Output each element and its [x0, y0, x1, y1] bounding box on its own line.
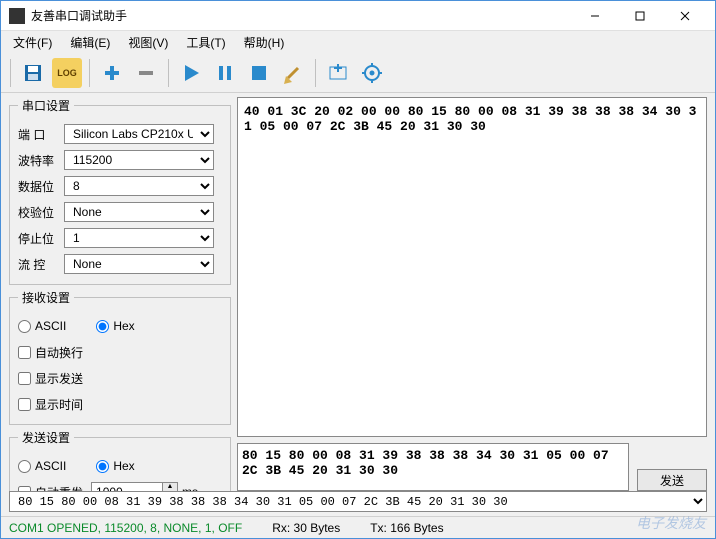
send-ascii-radio[interactable]: ASCII: [18, 459, 66, 473]
databits-label: 数据位: [18, 178, 64, 195]
save-button[interactable]: [18, 58, 48, 88]
plus-icon: [101, 62, 123, 84]
send-button[interactable]: 发送: [637, 469, 707, 491]
menu-view[interactable]: 视图(V): [122, 32, 174, 53]
serial-legend: 串口设置: [18, 97, 74, 114]
start-button[interactable]: [176, 58, 206, 88]
send-ascii-label: ASCII: [35, 459, 66, 473]
send-area: 80 15 80 00 08 31 39 38 38 38 34 30 31 0…: [237, 443, 707, 491]
right-panel: 40 01 3C 20 02 00 00 80 15 80 00 08 31 3…: [237, 97, 707, 491]
port-select[interactable]: Silicon Labs CP210x USI: [64, 124, 214, 144]
window-icon: [327, 62, 349, 84]
auto-repeat-check[interactable]: 自动重发: [18, 484, 83, 492]
toolbar-separator: [168, 59, 169, 87]
gear-icon: [361, 62, 383, 84]
main-area: 串口设置 端 口 Silicon Labs CP210x USI 波特率 115…: [1, 93, 715, 491]
parity-label: 校验位: [18, 204, 64, 221]
auto-wrap-label: 自动换行: [35, 344, 83, 361]
receive-textarea[interactable]: 40 01 3C 20 02 00 00 80 15 80 00 08 31 3…: [237, 97, 707, 437]
pause-icon: [214, 62, 236, 84]
menu-edit[interactable]: 编辑(E): [64, 32, 116, 53]
auto-wrap-check[interactable]: 自动换行: [18, 344, 83, 361]
serial-settings-group: 串口设置 端 口 Silicon Labs CP210x USI 波特率 115…: [9, 97, 231, 285]
minus-icon: [135, 62, 157, 84]
minimize-button[interactable]: [572, 1, 617, 30]
baud-label: 波特率: [18, 152, 64, 169]
recv-ascii-label: ASCII: [35, 319, 66, 333]
auto-repeat-label: 自动重发: [35, 484, 83, 492]
menu-help[interactable]: 帮助(H): [238, 32, 291, 53]
menu-tools[interactable]: 工具(T): [180, 32, 231, 53]
stop-button[interactable]: [244, 58, 274, 88]
send-hex-label: Hex: [113, 459, 134, 473]
recv-hex-label: Hex: [113, 319, 134, 333]
toolbar-separator: [315, 59, 316, 87]
flow-label: 流 控: [18, 256, 64, 273]
menu-file[interactable]: 文件(F): [7, 32, 58, 53]
play-icon: [180, 62, 202, 84]
app-icon: [9, 8, 25, 24]
clear-button[interactable]: [278, 58, 308, 88]
menubar: 文件(F) 编辑(E) 视图(V) 工具(T) 帮助(H): [1, 31, 715, 53]
send-settings-group: 发送设置 ASCII Hex 自动重发 ▲ ▼ ms: [9, 429, 231, 491]
maximize-icon: [635, 11, 645, 21]
status-tx: Tx: 166 Bytes: [370, 521, 443, 535]
status-connection: COM1 OPENED, 115200, 8, NONE, 1, OFF: [9, 521, 242, 535]
log-icon: LOG: [57, 68, 77, 78]
log-button[interactable]: LOG: [52, 58, 82, 88]
stop-icon: [248, 62, 270, 84]
show-send-check[interactable]: 显示发送: [18, 370, 83, 387]
close-button[interactable]: [662, 1, 707, 30]
toolbar-separator: [89, 59, 90, 87]
spin-up-button[interactable]: ▲: [162, 482, 178, 491]
broom-icon: [282, 62, 304, 84]
app-window: 友善串口调试助手 文件(F) 编辑(E) 视图(V) 工具(T) 帮助(H) L…: [0, 0, 716, 539]
interval-input[interactable]: [91, 482, 163, 491]
close-icon: [680, 11, 690, 21]
recv-ascii-radio[interactable]: ASCII: [18, 319, 66, 333]
toolbar: LOG: [1, 53, 715, 93]
stopbits-select[interactable]: 1: [64, 228, 214, 248]
interval-spinner[interactable]: ▲ ▼: [91, 482, 178, 491]
send-textarea[interactable]: 80 15 80 00 08 31 39 38 38 38 34 30 31 0…: [237, 443, 629, 491]
new-window-button[interactable]: [323, 58, 353, 88]
recv-hex-radio[interactable]: Hex: [96, 319, 134, 333]
parity-select[interactable]: None: [64, 202, 214, 222]
save-icon: [22, 62, 44, 84]
flow-select[interactable]: None: [64, 254, 214, 274]
maximize-button[interactable]: [617, 1, 662, 30]
recv-legend: 接收设置: [18, 289, 74, 306]
send-hex-radio[interactable]: Hex: [96, 459, 134, 473]
recv-settings-group: 接收设置 ASCII Hex 自动换行 显示发送 显示时间: [9, 289, 231, 425]
toolbar-separator: [10, 59, 11, 87]
status-rx: Rx: 30 Bytes: [272, 521, 340, 535]
left-panel: 串口设置 端 口 Silicon Labs CP210x USI 波特率 115…: [9, 97, 231, 491]
history-combo[interactable]: 80 15 80 00 08 31 39 38 38 38 34 30 31 0…: [9, 491, 707, 512]
baud-select[interactable]: 115200: [64, 150, 214, 170]
settings-button[interactable]: [357, 58, 387, 88]
history-row: 80 15 80 00 08 31 39 38 38 38 34 30 31 0…: [1, 491, 715, 516]
databits-select[interactable]: 8: [64, 176, 214, 196]
show-time-label: 显示时间: [35, 396, 83, 413]
port-label: 端 口: [18, 126, 64, 143]
add-button[interactable]: [97, 58, 127, 88]
titlebar: 友善串口调试助手: [1, 1, 715, 31]
window-title: 友善串口调试助手: [31, 7, 572, 24]
minimize-icon: [590, 11, 600, 21]
send-legend: 发送设置: [18, 429, 74, 446]
pause-button[interactable]: [210, 58, 240, 88]
statusbar: COM1 OPENED, 115200, 8, NONE, 1, OFF Rx:…: [1, 516, 715, 538]
show-send-label: 显示发送: [35, 370, 83, 387]
remove-button[interactable]: [131, 58, 161, 88]
stopbits-label: 停止位: [18, 230, 64, 247]
show-time-check[interactable]: 显示时间: [18, 396, 83, 413]
